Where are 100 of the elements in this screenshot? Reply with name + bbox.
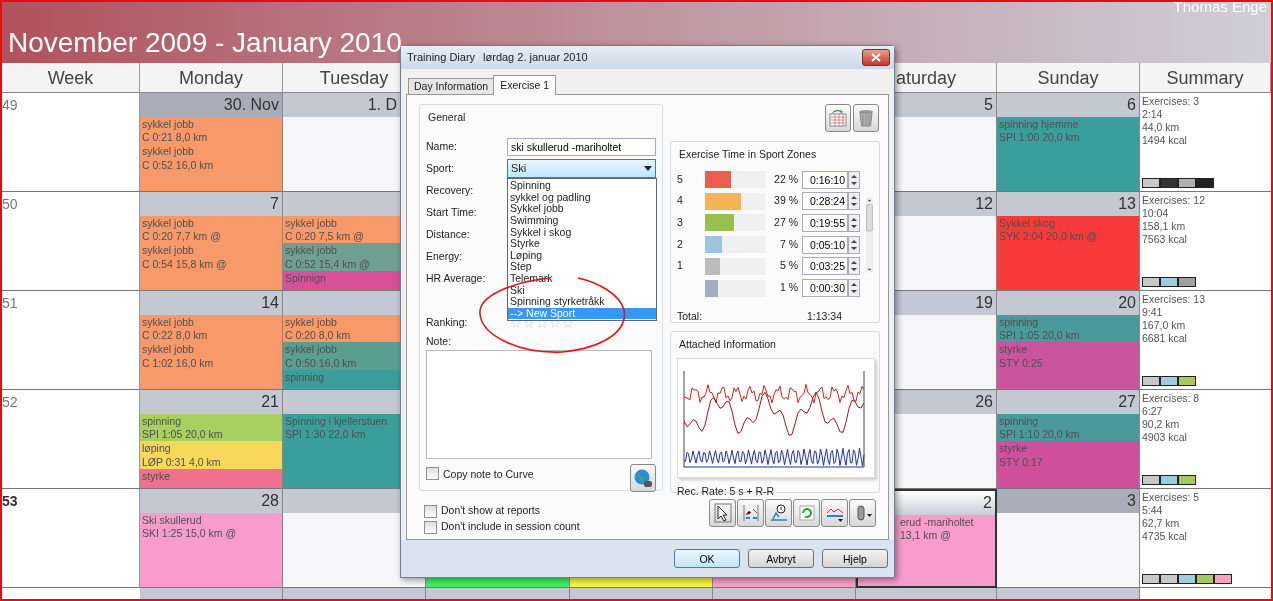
total-value: 1:13:34	[807, 308, 843, 324]
summary-text: 90,2 km	[1142, 418, 1180, 431]
entry-text: styrke	[142, 469, 170, 483]
dropdown-option[interactable]: Telemark	[508, 272, 656, 285]
summary-text: 44,0 km	[1142, 121, 1180, 134]
week-number: 49	[2, 97, 18, 113]
dropdown-option[interactable]: Swimming	[508, 215, 656, 227]
zone-label: 4	[677, 194, 683, 207]
entry-text: Spinnign	[285, 271, 326, 285]
spin-button[interactable]	[848, 257, 860, 276]
dropdown-option[interactable]: Spinning styrketråkk	[508, 296, 656, 308]
summary-text: Exercises: 13	[1142, 293, 1206, 306]
dropdown-option[interactable]: Sykkel jobb	[508, 203, 656, 215]
exercise-entry[interactable]: Ski skullerud SKI 1:25 15,0 km @	[140, 513, 282, 587]
entry-text: sykkel jobb	[285, 244, 337, 258]
summary-text: 6:27	[1142, 405, 1163, 418]
dialog-button[interactable]: Hjelp	[822, 549, 888, 569]
week-number: 50	[2, 196, 18, 212]
checkbox-label: Don't include in session count	[441, 519, 580, 535]
field-label: Distance:	[426, 226, 471, 242]
entry-text: spinning	[285, 370, 325, 384]
time-field[interactable]: 0:19:55	[802, 213, 848, 232]
dropdown-option[interactable]: Styrke	[508, 238, 656, 250]
zone-percent: 27 %	[773, 215, 798, 231]
close-icon	[871, 53, 881, 63]
checkbox[interactable]	[426, 467, 439, 481]
entry-text: Ski skullerud	[142, 514, 202, 528]
note-field[interactable]	[426, 350, 652, 460]
summary-text: 4903 kcal	[1142, 431, 1187, 444]
dropdown-option[interactable]: sykkel og padling	[508, 191, 656, 204]
calendar-button[interactable]	[825, 104, 851, 133]
day-number: 13	[1118, 195, 1136, 213]
time-field[interactable]: 0:05:10	[802, 235, 848, 254]
spin-button[interactable]	[848, 192, 860, 211]
summary-text: 10:04	[1142, 207, 1169, 220]
day-number: 3	[1127, 492, 1136, 510]
calendar-icon	[828, 108, 848, 129]
day-number: 19	[975, 294, 993, 312]
spin-button[interactable]	[848, 170, 860, 189]
group-title: Exercise Time in Sport Zones	[677, 148, 819, 162]
week-number: 51	[2, 295, 18, 311]
exercise-entry[interactable]: sykkel jobb C 0:54 15,8 km @	[140, 243, 282, 290]
zone-percent: 7 %	[778, 236, 798, 252]
dropdown-option[interactable]: Spinning	[508, 180, 656, 192]
time-field[interactable]: 0:00:30	[802, 279, 848, 297]
time-field[interactable]: 0:28:24	[802, 192, 848, 211]
exercise-entry[interactable]: sykkel jobb C 0:52 16,0 km	[140, 144, 282, 191]
dialog-button[interactable]: OK	[674, 549, 740, 569]
dropdown-option[interactable]: Løping	[508, 249, 656, 262]
tab[interactable]: Exercise 1	[493, 75, 557, 96]
summary-text: Exercises: 5	[1142, 491, 1200, 504]
entry-text: sykkel jobb	[142, 145, 194, 159]
summary-text: 9:41	[1142, 306, 1163, 319]
entry-text: Sykkel skog	[999, 217, 1056, 231]
toolbar-button[interactable]	[709, 499, 736, 528]
toolbar-button[interactable]	[737, 499, 764, 528]
dropdown-option[interactable]: Step	[508, 261, 656, 273]
entry-text: sykkel jobb	[142, 118, 194, 132]
spin-button[interactable]	[848, 235, 860, 254]
window-title: Training Diary	[407, 50, 476, 66]
checkbox[interactable]	[424, 520, 437, 534]
tab[interactable]: Day Information	[408, 78, 495, 95]
globe-button[interactable]	[630, 464, 656, 493]
dialog-button[interactable]: Avbryt	[748, 549, 814, 569]
cursor-icon	[712, 503, 733, 524]
info-chart-icon	[768, 503, 789, 524]
checkbox[interactable]	[424, 504, 437, 518]
day-number: 26	[975, 393, 993, 411]
time-field[interactable]: 0:16:10	[802, 170, 848, 189]
entry-text: sykkel jobb	[142, 343, 194, 357]
spin-button[interactable]	[848, 213, 860, 232]
close-button[interactable]	[862, 49, 890, 67]
toolbar-button[interactable]	[765, 499, 792, 528]
entry-text: styrke	[999, 442, 1027, 456]
day-number: 30. Nov	[223, 96, 279, 114]
name-field[interactable]: ski skullerud -mariholtet	[507, 137, 656, 156]
entry-text: SPI 1:05 20,0 km	[999, 329, 1080, 343]
split-chart-icon	[740, 503, 761, 524]
time-field[interactable]: 0:03:25	[802, 257, 848, 276]
toolbar-button[interactable]	[849, 499, 876, 528]
checkbox-label: Copy note to Curve	[443, 467, 534, 483]
toolbar-button[interactable]	[821, 499, 848, 528]
entry-text: sykkel jobb	[285, 316, 337, 330]
dropdown-option[interactable]: Sykkel i skog	[508, 226, 656, 239]
zone-label: 5	[677, 172, 683, 185]
record-rate-text: Rec. Rate: 5 s + R-R	[677, 483, 776, 499]
column-header: Sunday	[1037, 68, 1099, 88]
total-label: Total:	[677, 308, 704, 324]
entry-text: C 0:21 8,0 km	[142, 131, 208, 145]
dropdown-option[interactable]: Ski	[508, 284, 656, 297]
checkbox-label: Don't show at reports	[441, 503, 540, 519]
spin-button[interactable]	[848, 279, 860, 297]
zone-label: 1	[677, 259, 683, 272]
delete-button[interactable]	[853, 104, 879, 133]
entry-text: SKI 1:25 15,0 km @	[142, 527, 237, 541]
day-number: 7	[270, 195, 279, 213]
entry-text: spinning hjemme	[999, 118, 1079, 132]
exercise-entry[interactable]: sykkel jobb C 1:02 16,0 km	[140, 342, 282, 389]
summary-text: Exercises: 8	[1142, 392, 1200, 405]
day-number: 14	[261, 294, 279, 312]
